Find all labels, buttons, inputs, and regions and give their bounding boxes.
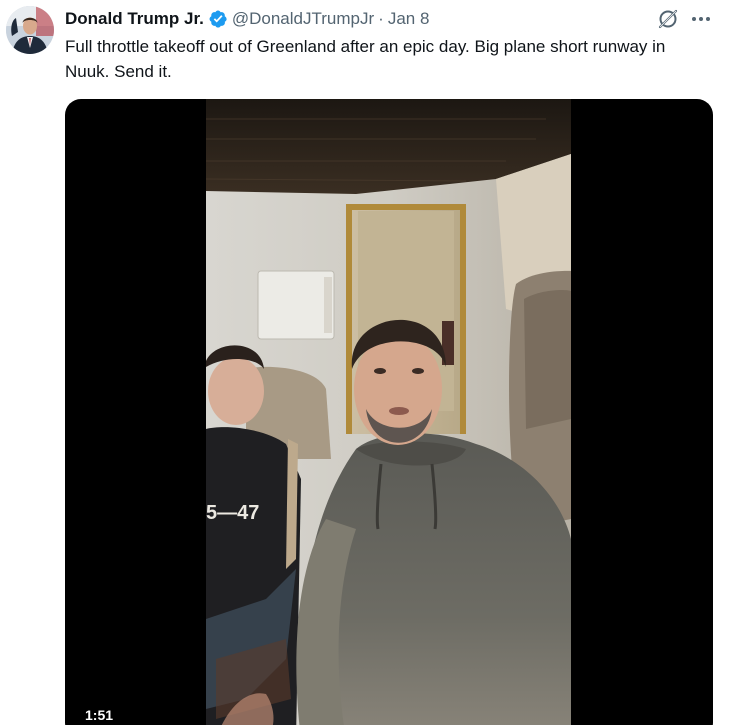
grok-icon[interactable] <box>656 7 680 31</box>
header-separator: · <box>378 9 384 28</box>
video-player[interactable]: 5—47 1:51 <box>65 99 713 725</box>
tweet[interactable]: Donald Trump Jr. @DonaldJTrumpJr · Jan 8… <box>0 0 737 725</box>
video-still: 5—47 <box>206 99 571 725</box>
tweet-date[interactable]: Jan 8 <box>388 9 430 29</box>
video-frame[interactable]: 5—47 <box>206 99 571 725</box>
tweet-header: Donald Trump Jr. @DonaldJTrumpJr · Jan 8 <box>65 8 429 30</box>
tweet-text: Full throttle takeoff out of Greenland a… <box>65 37 666 81</box>
author-handle[interactable]: @DonaldJTrumpJr <box>232 9 374 29</box>
hoodie-print-text: 5—47 <box>206 502 259 524</box>
author-display-name[interactable]: Donald Trump Jr. <box>65 9 204 29</box>
verified-badge-icon[interactable] <box>208 9 228 29</box>
avatar[interactable] <box>6 6 54 54</box>
video-duration: 1:51 <box>85 707 114 723</box>
more-icon[interactable] <box>688 7 714 31</box>
avatar-image <box>6 6 54 54</box>
